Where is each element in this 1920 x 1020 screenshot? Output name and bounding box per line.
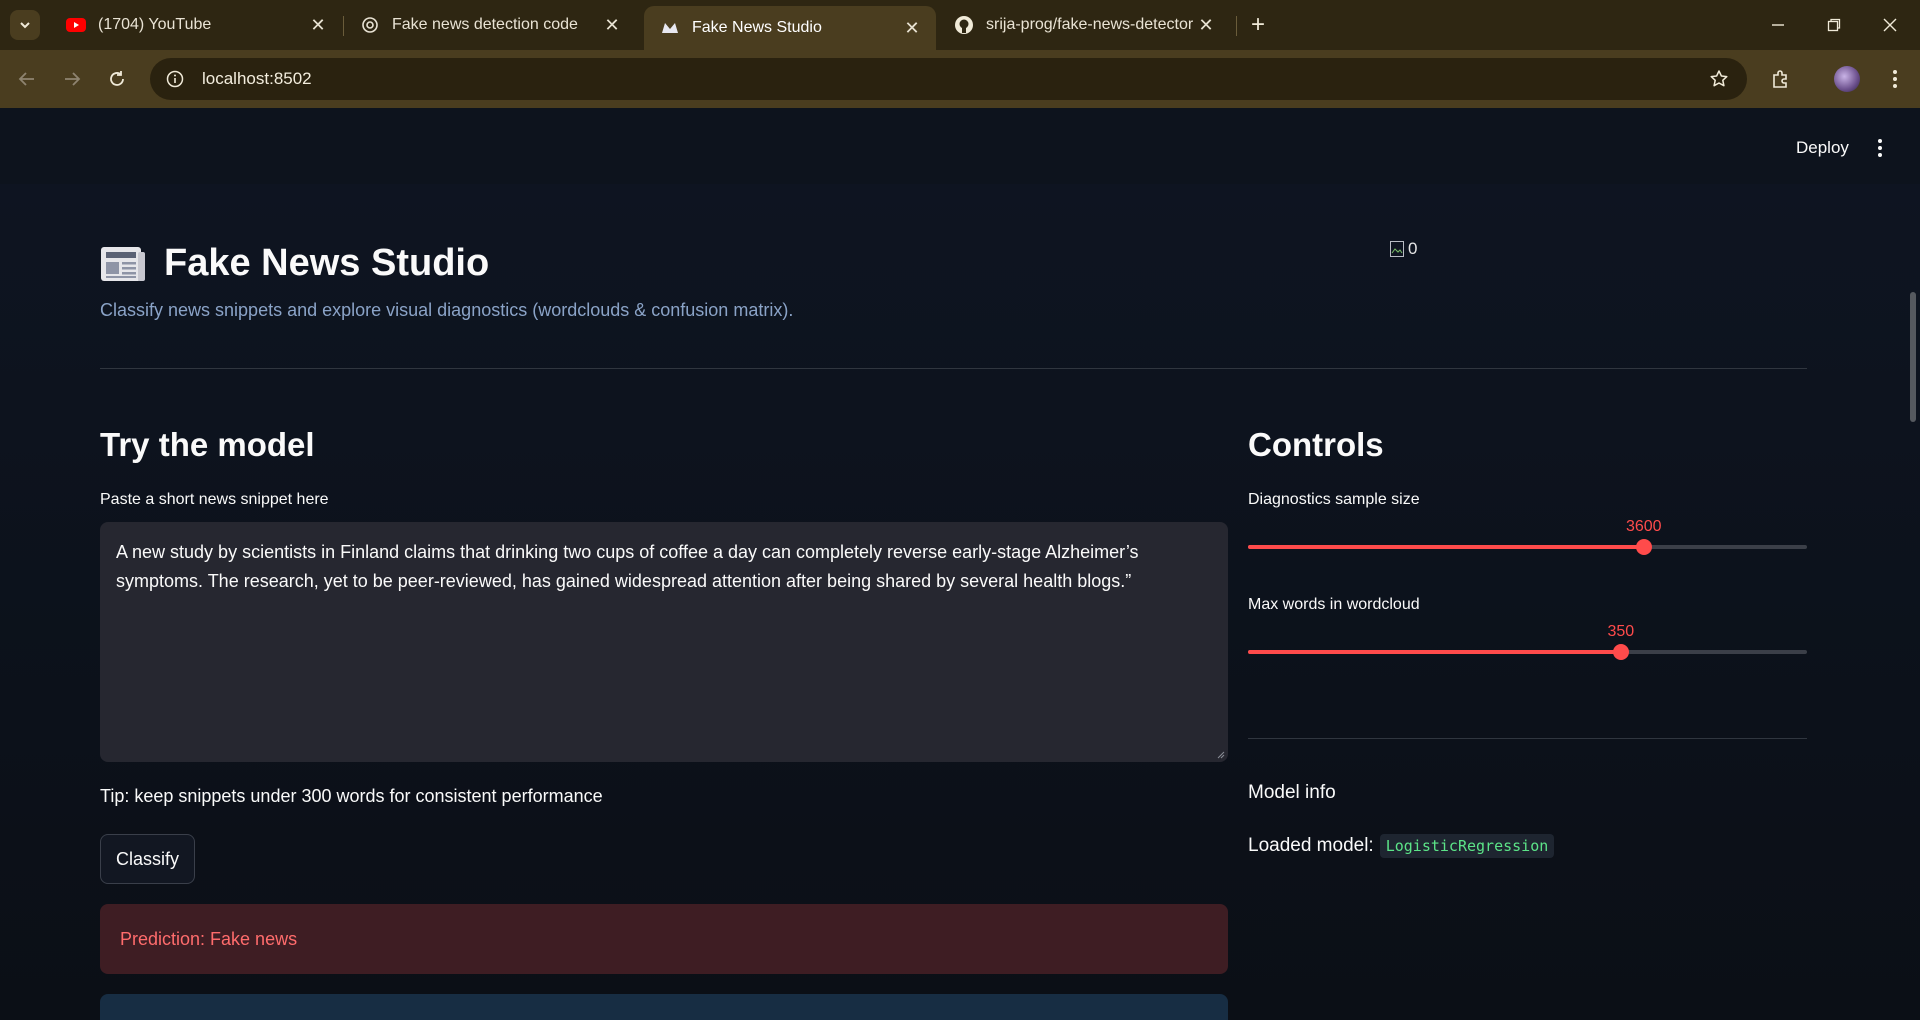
browser-toolbar: localhost:8502 xyxy=(0,50,1920,108)
tab-title: Fake News Studio xyxy=(692,19,822,36)
slider-value: 350 xyxy=(1607,623,1635,640)
snippet-input-label: Paste a short news snippet here xyxy=(100,491,329,508)
page-title: Fake News Studio xyxy=(164,242,490,284)
tip-text: Tip: keep snippets under 300 words for c… xyxy=(100,786,603,806)
prediction-text: Prediction: Fake news xyxy=(120,928,298,949)
app-header: Deploy xyxy=(0,108,1920,184)
bookmark-star-icon[interactable] xyxy=(1699,58,1739,100)
restore-icon xyxy=(1827,18,1841,32)
slider-handle[interactable] xyxy=(1612,644,1629,660)
streamlit-icon xyxy=(660,18,680,38)
tab-strip: (1704) YouTube ✕ Fake news detection cod… xyxy=(0,0,1920,50)
tab-divider xyxy=(1236,16,1237,36)
app-menu-button[interactable] xyxy=(1866,132,1894,164)
loaded-model-label: Loaded model: xyxy=(1248,835,1374,856)
browser-menu-button[interactable] xyxy=(1878,62,1912,96)
sample-size-slider[interactable]: 3600 xyxy=(1248,518,1807,558)
close-tab-icon[interactable]: ✕ xyxy=(308,15,328,35)
tab-title: Fake news detection code xyxy=(392,16,578,33)
max-words-slider[interactable]: 350 xyxy=(1248,623,1807,663)
back-button[interactable] xyxy=(10,62,44,96)
tab-github[interactable]: srija-prog/fake-news-detector ✕ xyxy=(938,6,1230,44)
model-info-heading: Model info xyxy=(1248,782,1336,803)
youtube-icon xyxy=(66,15,86,35)
tab-youtube[interactable]: (1704) YouTube ✕ xyxy=(50,6,342,44)
slider-fill xyxy=(1248,545,1644,549)
extensions-button[interactable] xyxy=(1764,62,1798,96)
divider xyxy=(100,368,1807,369)
scrollbar-thumb[interactable] xyxy=(1910,292,1916,422)
plus-icon: + xyxy=(1250,11,1265,38)
news-snippet-textarea[interactable]: A new study by scientists in Finland cla… xyxy=(100,522,1228,762)
github-icon xyxy=(954,15,974,35)
max-words-label: Max words in wordcloud xyxy=(1248,596,1420,613)
site-info-icon[interactable] xyxy=(154,58,196,100)
slider-value: 3600 xyxy=(1625,518,1662,535)
loaded-model-line: Loaded model: LogisticRegression xyxy=(1248,834,1555,858)
reload-button[interactable] xyxy=(100,62,134,96)
puzzle-icon xyxy=(1773,70,1787,88)
tab-title: srija-prog/fake-news-detector xyxy=(986,16,1194,33)
slider-fill xyxy=(1248,650,1621,654)
newspaper-icon xyxy=(100,244,148,286)
reload-icon xyxy=(110,71,124,86)
info-alert xyxy=(100,994,1228,1020)
close-tab-icon[interactable]: ✕ xyxy=(602,15,622,35)
new-tab-button[interactable]: + xyxy=(1243,10,1273,40)
tab-search-button[interactable] xyxy=(10,10,40,40)
sample-size-label: Diagnostics sample size xyxy=(1248,491,1420,508)
chevron-down-icon xyxy=(20,22,30,29)
close-tab-icon[interactable]: ✕ xyxy=(1196,15,1216,35)
app-viewport: Deploy Fake News Studio 0 Classify news … xyxy=(0,108,1920,1020)
tab-chatgpt[interactable]: Fake news detection code ✕ xyxy=(344,6,636,44)
close-window-button[interactable] xyxy=(1862,0,1918,50)
classify-button[interactable]: Classify xyxy=(100,834,195,884)
resize-handle-icon[interactable] xyxy=(1215,749,1225,759)
broken-image-icon xyxy=(1390,241,1404,257)
page-subtitle: Classify news snippets and explore visua… xyxy=(100,300,794,320)
try-model-heading: Try the model xyxy=(100,426,315,463)
kebab-menu-icon xyxy=(1878,139,1882,157)
close-icon xyxy=(1883,18,1897,32)
tab-title: (1704) YouTube xyxy=(98,16,212,33)
arrow-left-icon xyxy=(18,72,34,86)
tab-fake-news-studio[interactable]: Fake News Studio ✕ xyxy=(644,6,936,50)
chatgpt-icon xyxy=(360,15,380,35)
divider xyxy=(1248,738,1807,739)
textarea-value: A new study by scientists in Finland cla… xyxy=(116,542,1139,591)
address-bar[interactable]: localhost:8502 xyxy=(150,58,1747,100)
controls-heading: Controls xyxy=(1248,426,1384,463)
arrow-right-icon xyxy=(65,72,81,86)
loaded-model-code: LogisticRegression xyxy=(1379,834,1555,858)
prediction-alert: Prediction: Fake news xyxy=(100,904,1228,974)
broken-image: 0 xyxy=(1390,234,1424,264)
minimize-button[interactable] xyxy=(1750,0,1806,50)
restore-button[interactable] xyxy=(1806,0,1862,50)
minimize-icon xyxy=(1772,24,1784,26)
slider-handle[interactable] xyxy=(1635,539,1652,555)
url-text: localhost:8502 xyxy=(202,69,312,88)
close-tab-icon[interactable]: ✕ xyxy=(902,18,922,38)
forward-button[interactable] xyxy=(55,62,89,96)
kebab-menu-icon xyxy=(1893,70,1897,88)
avatar xyxy=(1834,66,1860,92)
scrollbar[interactable] xyxy=(1910,184,1918,1020)
profile-button[interactable] xyxy=(1830,62,1864,96)
deploy-button[interactable]: Deploy xyxy=(1786,132,1859,164)
broken-image-alt-text: 0 xyxy=(1408,239,1418,258)
